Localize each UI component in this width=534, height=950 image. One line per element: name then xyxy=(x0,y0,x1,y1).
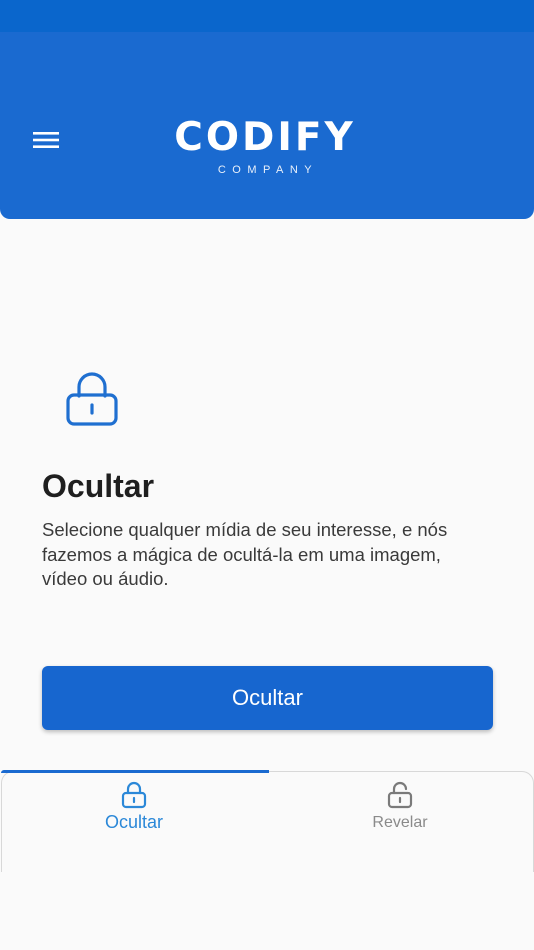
status-bar-overlay xyxy=(0,0,534,32)
page-description: Selecione qualquer mídia de seu interess… xyxy=(42,519,448,589)
tab-revelar[interactable]: Revelar xyxy=(300,780,500,832)
tab-revelar-label: Revelar xyxy=(372,814,428,831)
app-header: CODIFY COMPANY xyxy=(0,0,534,219)
hamburger-menu-icon xyxy=(33,132,59,148)
tab-ocultar[interactable]: Ocultar xyxy=(34,780,234,833)
logo-sub-text: COMPANY xyxy=(217,164,319,176)
active-tab-indicator xyxy=(1,770,269,773)
tab-ocultar-label: Ocultar xyxy=(104,812,164,832)
lock-icon xyxy=(66,372,118,426)
logo-main-text: CODIFY xyxy=(174,115,356,160)
menu-button[interactable] xyxy=(24,122,68,158)
lock-closed-icon xyxy=(121,781,147,809)
codify-logo: CODIFY COMPANY xyxy=(160,114,370,184)
page-title: Ocultar xyxy=(42,468,155,504)
bottom-navigation: Ocultar Revelar xyxy=(1,770,534,872)
lock-open-icon xyxy=(387,781,413,809)
ocultar-button[interactable]: Ocultar xyxy=(42,666,493,730)
